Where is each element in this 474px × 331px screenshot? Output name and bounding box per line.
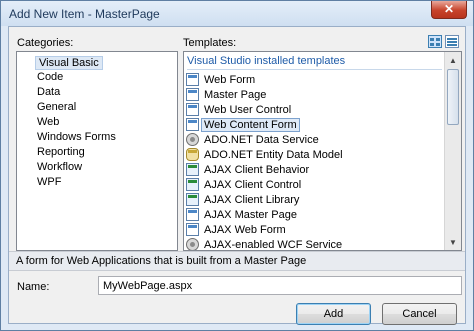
- title-bar[interactable]: Add New Item - MasterPage ✕: [1, 1, 473, 26]
- ajax-behavior-icon: [186, 163, 199, 176]
- category-item[interactable]: Windows Forms: [37, 131, 116, 143]
- ajax-web-form-icon: [186, 223, 199, 236]
- template-entity-model[interactable]: ADO.NET Entity Data Model: [186, 147, 346, 162]
- small-icons-view-icon[interactable]: [445, 35, 459, 48]
- template-label: ADO.NET Data Service: [204, 133, 319, 146]
- scroll-down-arrow-icon[interactable]: ▼: [445, 234, 461, 250]
- wcf-service-icon: [186, 238, 199, 250]
- data-service-icon: [186, 133, 199, 146]
- template-label: ADO.NET Entity Data Model: [204, 148, 343, 161]
- template-label: AJAX Client Library: [204, 193, 300, 206]
- template-label: AJAX Client Behavior: [204, 163, 310, 176]
- templates-group-header-text: Visual Studio installed templates: [187, 55, 346, 67]
- template-wcf-service[interactable]: AJAX-enabled WCF Service: [186, 237, 345, 251]
- category-item[interactable]: Data: [37, 86, 60, 98]
- template-ajax-control[interactable]: AJAX Client Control: [186, 177, 304, 192]
- category-item[interactable]: Reporting: [37, 146, 85, 158]
- template-description: A form for Web Applications that is buil…: [16, 255, 307, 267]
- category-item[interactable]: Code: [37, 71, 63, 83]
- master-page-icon: [186, 88, 199, 101]
- close-button[interactable]: ✕: [431, 1, 467, 19]
- entity-model-icon: [186, 148, 199, 161]
- dialog-body: Categories: Templates: Visual Basic Code…: [8, 26, 466, 325]
- categories-label: Categories:: [17, 37, 74, 49]
- templates-label: Templates:: [183, 37, 237, 49]
- scroll-up-arrow-icon[interactable]: ▲: [445, 52, 461, 68]
- ajax-control-icon: [186, 178, 199, 191]
- template-ajax-behavior[interactable]: AJAX Client Behavior: [186, 162, 312, 177]
- add-button[interactable]: Add: [296, 303, 371, 325]
- template-web-user-control[interactable]: Web User Control: [186, 102, 294, 117]
- category-item[interactable]: WPF: [37, 176, 61, 188]
- template-label: Master Page: [204, 88, 267, 101]
- view-toggle: [428, 35, 459, 48]
- description-bar: A form for Web Applications that is buil…: [9, 251, 465, 271]
- template-label: AJAX Master Page: [204, 208, 297, 221]
- template-ajax-master-page[interactable]: AJAX Master Page: [186, 207, 300, 222]
- window-title: Add New Item - MasterPage: [9, 7, 160, 21]
- scroll-thumb[interactable]: [447, 69, 459, 125]
- ajax-master-page-icon: [186, 208, 199, 221]
- add-new-item-dialog: Add New Item - MasterPage ✕ Categories: …: [0, 0, 474, 331]
- template-label: Web User Control: [204, 103, 292, 116]
- template-label: AJAX Web Form: [204, 223, 286, 236]
- web-user-control-icon: [186, 103, 199, 116]
- categories-tree[interactable]: Visual Basic Code Data General Web Windo…: [16, 51, 178, 251]
- template-data-service[interactable]: ADO.NET Data Service: [186, 132, 322, 147]
- large-icons-view-icon[interactable]: [428, 35, 442, 48]
- templates-list[interactable]: Visual Studio installed templates Web Fo…: [183, 51, 462, 251]
- name-input[interactable]: [98, 276, 462, 295]
- templates-scrollbar[interactable]: ▲ ▼: [444, 52, 461, 250]
- category-item[interactable]: Workflow: [37, 161, 82, 173]
- ajax-library-icon: [186, 193, 199, 206]
- template-label: AJAX-enabled WCF Service: [204, 238, 343, 251]
- template-label: Web Form: [204, 73, 256, 86]
- web-form-icon: [186, 73, 199, 86]
- group-divider: [187, 69, 442, 70]
- templates-group-header: Visual Studio installed templates: [187, 55, 442, 70]
- category-visual-basic[interactable]: Visual Basic: [35, 56, 103, 70]
- template-label: Web Content Form: [201, 117, 300, 132]
- category-item[interactable]: Web: [37, 116, 59, 128]
- category-item[interactable]: General: [37, 101, 76, 113]
- cancel-button[interactable]: Cancel: [382, 303, 457, 325]
- template-ajax-web-form[interactable]: AJAX Web Form: [186, 222, 289, 237]
- template-ajax-library[interactable]: AJAX Client Library: [186, 192, 302, 207]
- close-icon: ✕: [443, 2, 455, 16]
- template-master-page[interactable]: Master Page: [186, 87, 269, 102]
- name-label: Name:: [17, 281, 50, 293]
- web-content-form-icon: [186, 118, 199, 131]
- template-web-form[interactable]: Web Form: [186, 72, 258, 87]
- template-web-content-form[interactable]: Web Content Form: [186, 117, 300, 132]
- template-label: AJAX Client Control: [204, 178, 302, 191]
